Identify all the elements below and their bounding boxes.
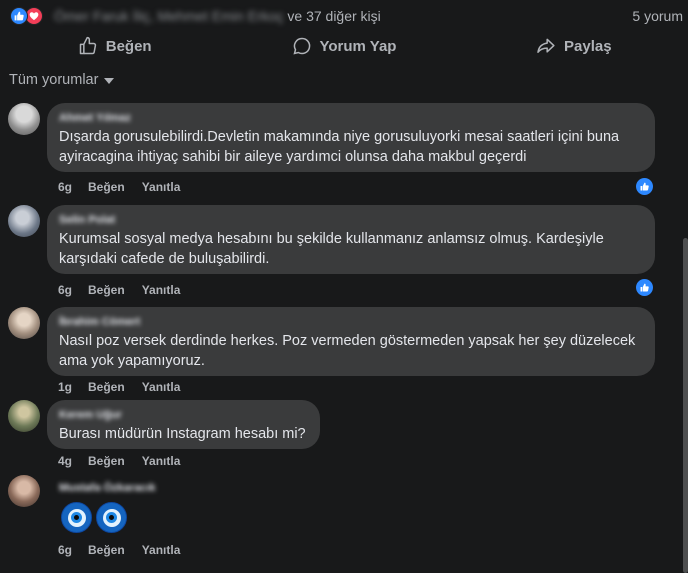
- comment-reply-link[interactable]: Yanıtla: [142, 283, 181, 297]
- caret-down-icon: [104, 78, 115, 84]
- avatar[interactable]: [8, 103, 40, 135]
- comment-actions: 6g Beğen Yanıtla: [58, 543, 197, 557]
- comment-reply-link[interactable]: Yanıtla: [142, 543, 181, 557]
- comment-author[interactable]: Mustafa Özkaracık: [59, 482, 156, 494]
- comment-bubble: Ahmet Yılmaz Dışarda gorusulebilirdi.Dev…: [47, 103, 655, 172]
- reactions-summary: Ömer Faruk İliç, Mehmet Emin Erkoç ve 37…: [0, 0, 688, 30]
- comment-like-link[interactable]: Beğen: [88, 543, 125, 557]
- comment-reply-link[interactable]: Yanıtla: [142, 180, 181, 194]
- comment-like-link[interactable]: Beğen: [88, 380, 125, 394]
- comment-reply-link[interactable]: Yanıtla: [142, 454, 181, 468]
- comment-author[interactable]: Ahmet Yılmaz: [59, 111, 643, 125]
- comment-filter-dropdown[interactable]: Tüm yorumlar: [9, 72, 115, 88]
- comment-button-label: Yorum Yap: [319, 37, 397, 55]
- reactor-others-count: ve 37 diğer kişi: [287, 8, 381, 24]
- avatar[interactable]: [8, 205, 40, 237]
- share-arrow-icon: [537, 38, 555, 53]
- like-button[interactable]: Beğen: [0, 30, 229, 62]
- comment-bubble-icon: [292, 37, 310, 55]
- comment-button[interactable]: Yorum Yap: [229, 30, 458, 62]
- avatar[interactable]: [8, 400, 40, 432]
- avatar[interactable]: [8, 307, 40, 339]
- comment-like-badge-icon[interactable]: [636, 279, 653, 296]
- comment-like-link[interactable]: Beğen: [88, 454, 125, 468]
- share-button-label: Paylaş: [564, 37, 612, 55]
- reaction-names[interactable]: Ömer Faruk İliç, Mehmet Emin Erkoç ve 37…: [54, 8, 381, 24]
- comment-time[interactable]: 1g: [58, 380, 72, 394]
- comment-actions: 6g Beğen Yanıtla: [58, 180, 197, 194]
- nazar-boncugu-icon: [96, 502, 127, 533]
- reaction-icons[interactable]: [10, 7, 43, 25]
- comment-count[interactable]: 5 yorum: [632, 8, 683, 24]
- comment-emoji-content: [61, 502, 127, 533]
- comment-actions: 1g Beğen Yanıtla: [58, 380, 197, 394]
- comment-like-link[interactable]: Beğen: [88, 283, 125, 297]
- nazar-boncugu-icon: [61, 502, 92, 533]
- comment-time[interactable]: 6g: [58, 180, 72, 194]
- scrollbar[interactable]: [683, 238, 688, 573]
- comment-bubble: İbrahim Cömert Nasıl poz versek derdinde…: [47, 307, 655, 376]
- comment-time[interactable]: 6g: [58, 543, 72, 557]
- comment-text: Nasıl poz versek derdinde herkes. Poz ve…: [59, 333, 636, 369]
- like-reaction-icon: [10, 7, 28, 25]
- comment-like-badge-icon[interactable]: [636, 178, 653, 195]
- share-button[interactable]: Paylaş: [459, 30, 688, 62]
- comment-bubble: Kerem Uğur Burası müdürün Instagram hesa…: [47, 400, 320, 449]
- comment-actions: 6g Beğen Yanıtla: [58, 283, 197, 297]
- comment-text: Kurumsal sosyal medya hesabını bu şekild…: [59, 231, 604, 267]
- comment-time[interactable]: 6g: [58, 283, 72, 297]
- comment-time[interactable]: 4g: [58, 454, 72, 468]
- comment-author[interactable]: Kerem Uğur: [59, 408, 308, 422]
- like-button-label: Beğen: [105, 37, 152, 55]
- comment-author[interactable]: İbrahim Cömert: [59, 315, 643, 329]
- comment-actions: 4g Beğen Yanıtla: [58, 454, 197, 468]
- comment-bubble: Selin Polat Kurumsal sosyal medya hesabı…: [47, 205, 655, 274]
- comment-like-link[interactable]: Beğen: [88, 180, 125, 194]
- comment-text: Dışarda gorusulebilirdi.Devletin makamın…: [59, 129, 620, 165]
- comment-reply-link[interactable]: Yanıtla: [142, 380, 181, 394]
- comment-author[interactable]: Selin Polat: [59, 213, 643, 227]
- comment-text: Burası müdürün Instagram hesabı mi?: [59, 426, 306, 442]
- comment-filter-label: Tüm yorumlar: [9, 72, 99, 88]
- reactor-names-blurred: Ömer Faruk İliç, Mehmet Emin Erkoç: [54, 8, 284, 24]
- post-action-bar: Beğen Yorum Yap Paylaş: [0, 30, 688, 62]
- avatar[interactable]: [8, 475, 40, 507]
- thumbs-up-icon: [79, 36, 96, 55]
